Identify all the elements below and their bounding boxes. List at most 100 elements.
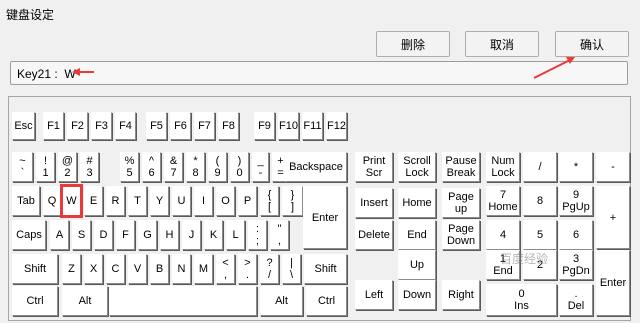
- key-e[interactable]: E: [84, 186, 103, 216]
- key-p[interactable]: P: [238, 186, 257, 216]
- key-space[interactable]: [109, 286, 257, 316]
- key-9[interactable]: ( 9: [208, 152, 227, 182]
- key-comma[interactable]: < ,: [216, 254, 235, 284]
- key-k[interactable]: K: [204, 220, 223, 250]
- key-g[interactable]: G: [138, 220, 157, 250]
- key-scroll-lock[interactable]: Scroll Lock: [398, 152, 436, 182]
- key-num-decimal[interactable]: . Del: [559, 284, 593, 316]
- key-num-minus[interactable]: -: [596, 152, 630, 182]
- key-delete[interactable]: Delete: [355, 220, 393, 250]
- key-6[interactable]: ^ 6: [142, 152, 161, 182]
- key-page-up[interactable]: Page up: [442, 188, 480, 218]
- key-3[interactable]: # 3: [80, 152, 99, 182]
- key-f11[interactable]: F11: [302, 112, 323, 140]
- key-quote[interactable]: " ,: [270, 220, 289, 250]
- key-f3[interactable]: F3: [91, 112, 112, 140]
- key-num-3[interactable]: 3 PgDn: [559, 250, 593, 280]
- key-num-divide[interactable]: /: [523, 152, 557, 182]
- key-period[interactable]: > .: [238, 254, 257, 284]
- key-0[interactable]: ) 0: [230, 152, 249, 182]
- key-s[interactable]: S: [72, 220, 91, 250]
- key-m[interactable]: M: [194, 254, 213, 284]
- key-right-shift[interactable]: Shift: [304, 254, 347, 284]
- key-f[interactable]: F: [116, 220, 135, 250]
- key-right-alt[interactable]: Alt: [260, 286, 303, 316]
- key-f4[interactable]: F4: [115, 112, 136, 140]
- key-arrow-right[interactable]: Right: [442, 280, 480, 310]
- key-esc[interactable]: Esc: [12, 112, 35, 140]
- cancel-button[interactable]: 取消: [465, 31, 539, 57]
- key-8[interactable]: * 8: [186, 152, 205, 182]
- key-f8[interactable]: F8: [218, 112, 239, 140]
- key-n[interactable]: N: [172, 254, 191, 284]
- key-f5[interactable]: F5: [146, 112, 167, 140]
- key-num-9[interactable]: 9 PgUp: [559, 186, 593, 216]
- key-f10[interactable]: F10: [278, 112, 299, 140]
- key-arrow-left[interactable]: Left: [355, 280, 393, 310]
- key-f1[interactable]: F1: [43, 112, 64, 140]
- key-u[interactable]: U: [172, 186, 191, 216]
- key-num-plus[interactable]: +: [596, 186, 630, 249]
- key-left-bracket[interactable]: { [: [260, 186, 279, 216]
- key-end[interactable]: End: [398, 220, 436, 250]
- key-page-down[interactable]: Page Down: [442, 220, 480, 250]
- key-backtick[interactable]: ~ `: [12, 152, 33, 182]
- key-arrow-up[interactable]: Up: [398, 250, 436, 280]
- key-y[interactable]: Y: [150, 186, 169, 216]
- key-num-6[interactable]: 6: [559, 220, 593, 250]
- key-right-ctrl[interactable]: Ctrl: [306, 286, 347, 316]
- key-a[interactable]: A: [50, 220, 69, 250]
- key-minus[interactable]: _ -: [252, 152, 269, 182]
- key-num-enter[interactable]: Enter: [596, 250, 630, 316]
- key-slash[interactable]: ? /: [260, 254, 279, 284]
- key-num-8[interactable]: 8: [523, 186, 557, 216]
- key-tab[interactable]: Tab: [12, 186, 40, 216]
- key-left-alt[interactable]: Alt: [62, 286, 108, 316]
- key-f12[interactable]: F12: [326, 112, 347, 140]
- key-b[interactable]: B: [150, 254, 169, 284]
- key-print-screen[interactable]: Print Scr: [355, 152, 393, 182]
- key-t[interactable]: T: [128, 186, 147, 216]
- key-c[interactable]: C: [106, 254, 125, 284]
- key-backspace[interactable]: Backspace: [285, 152, 347, 182]
- key-r[interactable]: R: [106, 186, 125, 216]
- key-z[interactable]: Z: [62, 254, 81, 284]
- key-w[interactable]: W: [60, 184, 83, 218]
- key-num-1[interactable]: 1 End: [486, 250, 520, 280]
- key-l[interactable]: L: [226, 220, 245, 250]
- key-pause-break[interactable]: Pause Break: [442, 152, 480, 182]
- key-h[interactable]: H: [160, 220, 179, 250]
- key-x[interactable]: X: [84, 254, 103, 284]
- key-f9[interactable]: F9: [254, 112, 275, 140]
- key-insert[interactable]: Insert: [355, 188, 393, 218]
- key-f7[interactable]: F7: [194, 112, 215, 140]
- key-num-7[interactable]: 7 Home: [486, 186, 520, 216]
- confirm-button[interactable]: 确认: [555, 31, 629, 57]
- key-num-lock[interactable]: Num Lock: [486, 152, 520, 182]
- key-1[interactable]: ! 1: [36, 152, 55, 182]
- key-caps[interactable]: Caps: [12, 220, 46, 250]
- key-num-5[interactable]: 5: [523, 220, 557, 250]
- key-f2[interactable]: F2: [67, 112, 88, 140]
- key-left-shift[interactable]: Shift: [12, 254, 58, 284]
- key-f6[interactable]: F6: [170, 112, 191, 140]
- key-7[interactable]: & 7: [164, 152, 183, 182]
- key-v[interactable]: V: [128, 254, 147, 284]
- key-semicolon[interactable]: : ;: [248, 220, 267, 250]
- key-j[interactable]: J: [182, 220, 201, 250]
- key-home[interactable]: Home: [398, 188, 436, 218]
- key-backslash[interactable]: | \: [282, 254, 301, 284]
- key-left-ctrl[interactable]: Ctrl: [12, 286, 58, 316]
- delete-button[interactable]: 删除: [376, 31, 450, 57]
- key-q[interactable]: Q: [43, 186, 61, 216]
- key-right-bracket[interactable]: } ]: [282, 186, 303, 216]
- key-2[interactable]: @ 2: [58, 152, 77, 182]
- key-arrow-down[interactable]: Down: [398, 280, 436, 310]
- key-num-2[interactable]: 2: [523, 250, 557, 280]
- key-5[interactable]: % 5: [120, 152, 139, 182]
- key-num-4[interactable]: 4: [486, 220, 520, 250]
- key-num-0[interactable]: 0 Ins: [486, 284, 557, 316]
- key-enter[interactable]: Enter: [303, 186, 347, 249]
- key-num-multiply[interactable]: *: [559, 152, 593, 182]
- key-i[interactable]: I: [194, 186, 213, 216]
